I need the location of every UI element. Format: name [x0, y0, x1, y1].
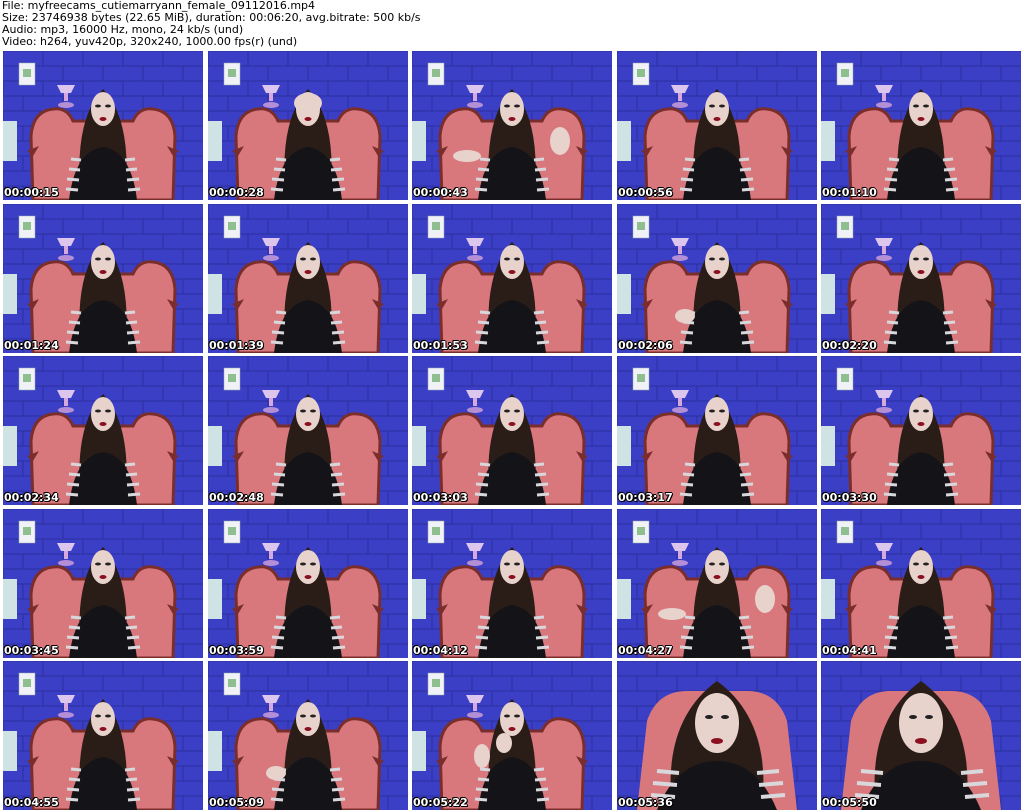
video-thumbnail: 00:01:53 [412, 204, 612, 353]
thumbnail-timestamp: 00:03:45 [4, 644, 59, 657]
thumbnail-frame-image [617, 51, 817, 200]
thumbnail-timestamp: 00:00:15 [4, 186, 59, 199]
thumbnail-frame-image [617, 661, 817, 810]
thumbnail-frame-image [412, 661, 612, 810]
thumbnail-frame-image [208, 661, 408, 810]
video-thumbnail: 00:00:15 [3, 51, 203, 200]
thumbnail-timestamp: 00:03:17 [618, 491, 673, 504]
thumbnail-timestamp: 00:04:12 [413, 644, 468, 657]
thumbnail-frame-image [208, 509, 408, 658]
thumbnail-timestamp: 00:05:09 [209, 796, 264, 809]
thumbnail-frame-image [412, 356, 612, 505]
thumbnail-frame-image [3, 509, 203, 658]
thumbnail-frame-image [208, 51, 408, 200]
thumbnail-timestamp: 00:00:28 [209, 186, 264, 199]
video-thumbnail: 00:04:41 [821, 509, 1021, 658]
thumbnail-timestamp: 00:04:55 [4, 796, 59, 809]
thumbnail-timestamp: 00:01:10 [822, 186, 877, 199]
thumbnail-frame-image [208, 204, 408, 353]
thumbnail-frame-image [3, 51, 203, 200]
thumbnail-frame-image [412, 509, 612, 658]
thumbnail-timestamp: 00:03:30 [822, 491, 877, 504]
video-info-line: Video: h264, yuv420p, 320x240, 1000.00 f… [2, 35, 298, 48]
video-thumbnail: 00:03:45 [3, 509, 203, 658]
thumbnail-frame-image [3, 204, 203, 353]
video-thumbnail: 00:04:27 [617, 509, 817, 658]
thumbnail-timestamp: 00:01:39 [209, 339, 264, 352]
thumbnail-grid: 00:00:15 00:00:28 00:00:43 00:00:56 00:0… [3, 51, 1022, 811]
thumbnail-frame-image [821, 509, 1021, 658]
thumbnail-timestamp: 00:05:50 [822, 796, 877, 809]
thumbnail-frame-image [821, 204, 1021, 353]
video-thumbnail: 00:00:56 [617, 51, 817, 200]
thumbnail-timestamp: 00:05:22 [413, 796, 468, 809]
thumbnail-timestamp: 00:05:36 [618, 796, 673, 809]
video-thumbnail: 00:03:17 [617, 356, 817, 505]
thumbnail-timestamp: 00:03:03 [413, 491, 468, 504]
thumbnail-frame-image [821, 661, 1021, 810]
video-thumbnail: 00:02:20 [821, 204, 1021, 353]
thumbnail-frame-image [617, 204, 817, 353]
thumbnail-timestamp: 00:02:48 [209, 491, 264, 504]
thumbnail-timestamp: 00:00:56 [618, 186, 673, 199]
thumbnail-frame-image [3, 356, 203, 505]
video-thumbnail: 00:05:50 [821, 661, 1021, 810]
video-thumbnail: 00:04:55 [3, 661, 203, 810]
thumbnail-timestamp: 00:02:20 [822, 339, 877, 352]
video-thumbnail: 00:05:36 [617, 661, 817, 810]
thumbnail-timestamp: 00:04:27 [618, 644, 673, 657]
video-thumbnail: 00:02:48 [208, 356, 408, 505]
video-thumbnail: 00:02:06 [617, 204, 817, 353]
thumbnail-timestamp: 00:03:59 [209, 644, 264, 657]
thumbnail-frame-image [412, 51, 612, 200]
thumbnail-timestamp: 00:01:53 [413, 339, 468, 352]
video-thumbnail: 00:03:30 [821, 356, 1021, 505]
thumbnail-frame-image [821, 51, 1021, 200]
thumbnail-timestamp: 00:01:24 [4, 339, 59, 352]
thumbnail-frame-image [412, 204, 612, 353]
thumbnail-frame-image [208, 356, 408, 505]
thumbnail-timestamp: 00:04:41 [822, 644, 877, 657]
thumbnail-timestamp: 00:00:43 [413, 186, 468, 199]
video-thumbnail: 00:05:22 [412, 661, 612, 810]
thumbnail-frame-image [617, 356, 817, 505]
thumbnail-timestamp: 00:02:34 [4, 491, 59, 504]
thumbnail-timestamp: 00:02:06 [618, 339, 673, 352]
video-thumbnail: 00:01:10 [821, 51, 1021, 200]
video-thumbnail: 00:01:39 [208, 204, 408, 353]
video-thumbnail: 00:03:03 [412, 356, 612, 505]
video-thumbnail: 00:01:24 [3, 204, 203, 353]
thumbnail-frame-image [3, 661, 203, 810]
thumbnail-frame-image [617, 509, 817, 658]
video-thumbnail: 00:00:43 [412, 51, 612, 200]
video-thumbnail: 00:00:28 [208, 51, 408, 200]
thumbnail-frame-image [821, 356, 1021, 505]
video-thumbnail: 00:04:12 [412, 509, 612, 658]
video-thumbnail: 00:02:34 [3, 356, 203, 505]
video-thumbnail: 00:05:09 [208, 661, 408, 810]
video-thumbnail: 00:03:59 [208, 509, 408, 658]
file-info-header: File: myfreecams_cutiemarryann_female_09… [2, 0, 421, 48]
